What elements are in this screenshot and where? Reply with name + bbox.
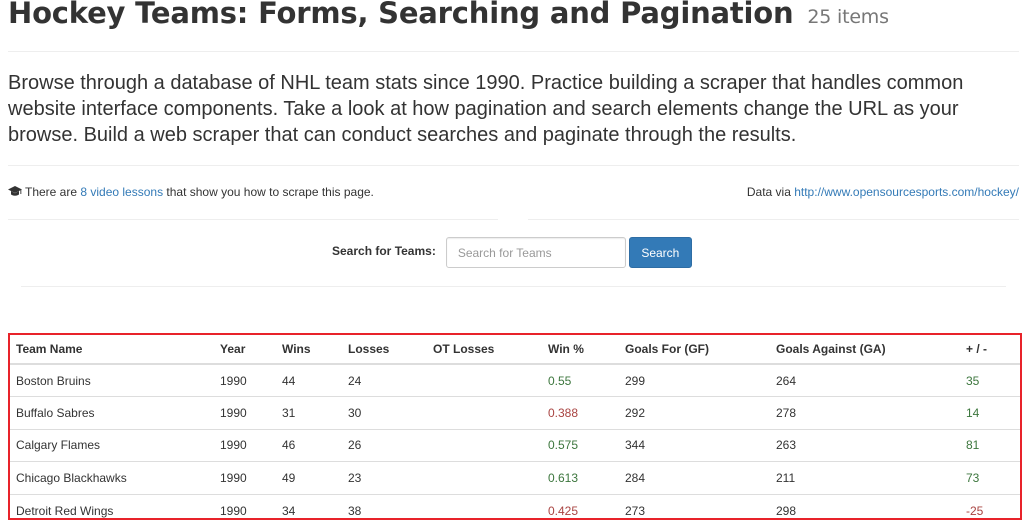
cell-goals-against: 263 bbox=[770, 428, 960, 462]
cell-win-pct: 0.425 bbox=[542, 493, 619, 518]
cell-wins: 31 bbox=[276, 396, 342, 429]
graduation-cap-icon bbox=[8, 186, 22, 196]
cell-losses: 38 bbox=[342, 493, 427, 518]
cell-losses: 26 bbox=[342, 428, 427, 462]
data-source-link[interactable]: http://www.opensourcesports.com/hockey/ bbox=[794, 185, 1019, 199]
cell-ot-losses bbox=[427, 364, 542, 397]
cell-wins: 34 bbox=[276, 493, 342, 518]
header-goals-against: Goals Against (GA) bbox=[770, 335, 960, 365]
cell-wins: 44 bbox=[282, 373, 296, 388]
cell-plus-minus: -25 bbox=[960, 493, 1020, 518]
cell-ot-losses bbox=[427, 461, 542, 494]
data-via-label: Data via bbox=[746, 185, 795, 199]
cell-goals-for: 344 bbox=[619, 428, 770, 462]
cell-win-pct: 0.575 bbox=[542, 428, 619, 462]
video-lessons-note: There are 8 video lessons that show you … bbox=[8, 185, 374, 199]
table-header-row: Team Name Year Wins Losses OT Losses Win… bbox=[10, 335, 1020, 365]
cell-plus-minus: 73 bbox=[960, 461, 1020, 494]
cell-win-pct: 0.55 bbox=[548, 373, 572, 388]
item-count: 25 items bbox=[807, 6, 889, 28]
cell-losses: 30 bbox=[342, 396, 427, 429]
header-losses: Losses bbox=[342, 335, 427, 365]
cell-losses: 23 bbox=[342, 461, 427, 494]
search-form: Search for Teams: Search bbox=[332, 237, 692, 268]
cell-goals-for: 284 bbox=[619, 461, 770, 494]
cell-plus-minus: 14 bbox=[960, 396, 1020, 429]
header-year: Year bbox=[214, 335, 276, 365]
page-title: Hockey Teams: Forms, Searching and Pagin… bbox=[8, 0, 889, 30]
cell-goals-against: 264 bbox=[776, 373, 797, 388]
cell-goals-for: 273 bbox=[619, 493, 770, 518]
cell-ot-losses bbox=[427, 493, 542, 518]
cell-wins: 49 bbox=[276, 461, 342, 494]
table-row: Buffalo Sabres 1990 31 30 0.388 292 278 … bbox=[10, 396, 1020, 429]
page-title-text: Hockey Teams: Forms, Searching and Pagin… bbox=[8, 0, 794, 30]
cell-losses: 24 bbox=[348, 373, 362, 388]
cell-year: 1990 bbox=[214, 461, 276, 494]
search-label: Search for Teams: bbox=[332, 243, 436, 258]
cell-team-name: Detroit Red Wings bbox=[10, 493, 214, 518]
teams-table-container: Team Name Year Wins Losses OT Losses Win… bbox=[8, 333, 1022, 520]
cell-plus-minus: 35 bbox=[966, 373, 980, 388]
cell-team-name: Boston Bruins bbox=[16, 373, 91, 388]
header-wins: Wins bbox=[276, 335, 342, 365]
data-source-note: Data via http://www.opensourcesports.com… bbox=[747, 185, 1019, 199]
header-team-name: Team Name bbox=[10, 335, 214, 365]
video-note-suffix: that show you how to scrape this page. bbox=[163, 185, 374, 199]
table-row: Calgary Flames 1990 46 26 0.575 344 263 … bbox=[10, 428, 1020, 462]
cell-year: 1990 bbox=[214, 396, 276, 429]
table-row: Chicago Blackhawks 1990 49 23 0.613 284 … bbox=[10, 461, 1020, 494]
cell-team-name: Buffalo Sabres bbox=[10, 396, 214, 429]
divider-middle-left bbox=[8, 219, 498, 220]
divider-top bbox=[8, 165, 1019, 166]
cell-goals-for: 299 bbox=[625, 373, 646, 388]
video-note-prefix: There are bbox=[25, 185, 81, 199]
header-ot-losses: OT Losses bbox=[427, 335, 542, 365]
teams-table: Team Name Year Wins Losses OT Losses Win… bbox=[10, 335, 1020, 518]
cell-year: 1990 bbox=[220, 373, 247, 388]
cell-ot-losses bbox=[427, 428, 542, 462]
header-goals-for: Goals For (GF) bbox=[619, 335, 770, 365]
page-header: Hockey Teams: Forms, Searching and Pagin… bbox=[8, 0, 1019, 52]
table-row: Detroit Red Wings 1990 34 38 0.425 273 2… bbox=[10, 493, 1020, 518]
cell-wins: 46 bbox=[276, 428, 342, 462]
video-lessons-link[interactable]: 8 video lessons bbox=[80, 185, 163, 199]
cell-plus-minus: 81 bbox=[960, 428, 1020, 462]
divider-bottom bbox=[21, 286, 1006, 287]
cell-win-pct: 0.613 bbox=[542, 461, 619, 494]
header-win-pct: Win % bbox=[542, 335, 619, 365]
divider-middle-right bbox=[528, 219, 1019, 220]
page-description: Browse through a database of NHL team st… bbox=[8, 72, 964, 146]
cell-win-pct: 0.388 bbox=[542, 396, 619, 429]
header-plus-minus: + / - bbox=[960, 335, 1020, 365]
cell-year: 1990 bbox=[214, 428, 276, 462]
search-input[interactable] bbox=[445, 237, 626, 268]
cell-goals-for: 292 bbox=[619, 396, 770, 429]
cell-goals-against: 211 bbox=[770, 461, 960, 494]
cell-goals-against: 278 bbox=[770, 396, 960, 429]
cell-ot-losses bbox=[427, 396, 542, 429]
cell-goals-against: 298 bbox=[770, 493, 960, 518]
cell-team-name: Calgary Flames bbox=[10, 428, 214, 462]
cell-team-name: Chicago Blackhawks bbox=[10, 461, 214, 494]
table-row: Boston Bruins 1990 44 24 0.55 299 264 35 bbox=[10, 364, 1020, 397]
search-button[interactable]: Search bbox=[628, 237, 692, 268]
cell-year: 1990 bbox=[214, 493, 276, 518]
